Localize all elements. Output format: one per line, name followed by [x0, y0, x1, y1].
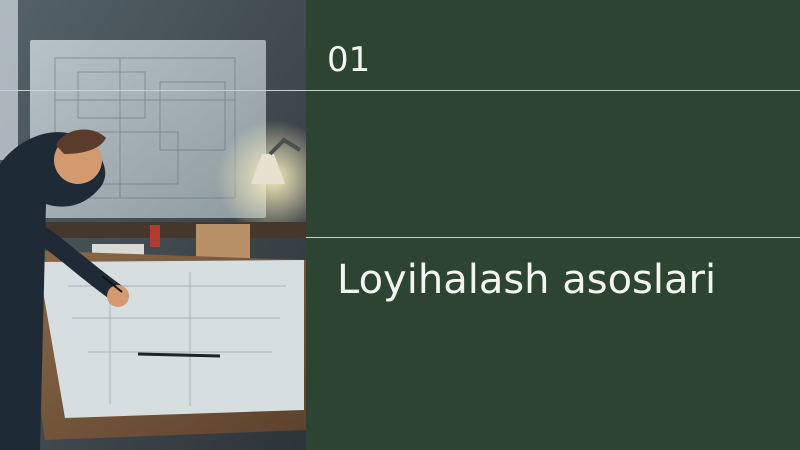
drafting-scene-image: [0, 0, 306, 450]
title-slide: 01 Loyihalash asoslari: [0, 0, 800, 450]
slide-number: 01: [327, 40, 371, 80]
title-divider: [306, 237, 800, 238]
green-title-panel: [306, 0, 800, 450]
slide-title: Loyihalash asoslari: [337, 257, 717, 303]
top-divider: [0, 90, 800, 91]
drafting-photo: [0, 0, 306, 450]
